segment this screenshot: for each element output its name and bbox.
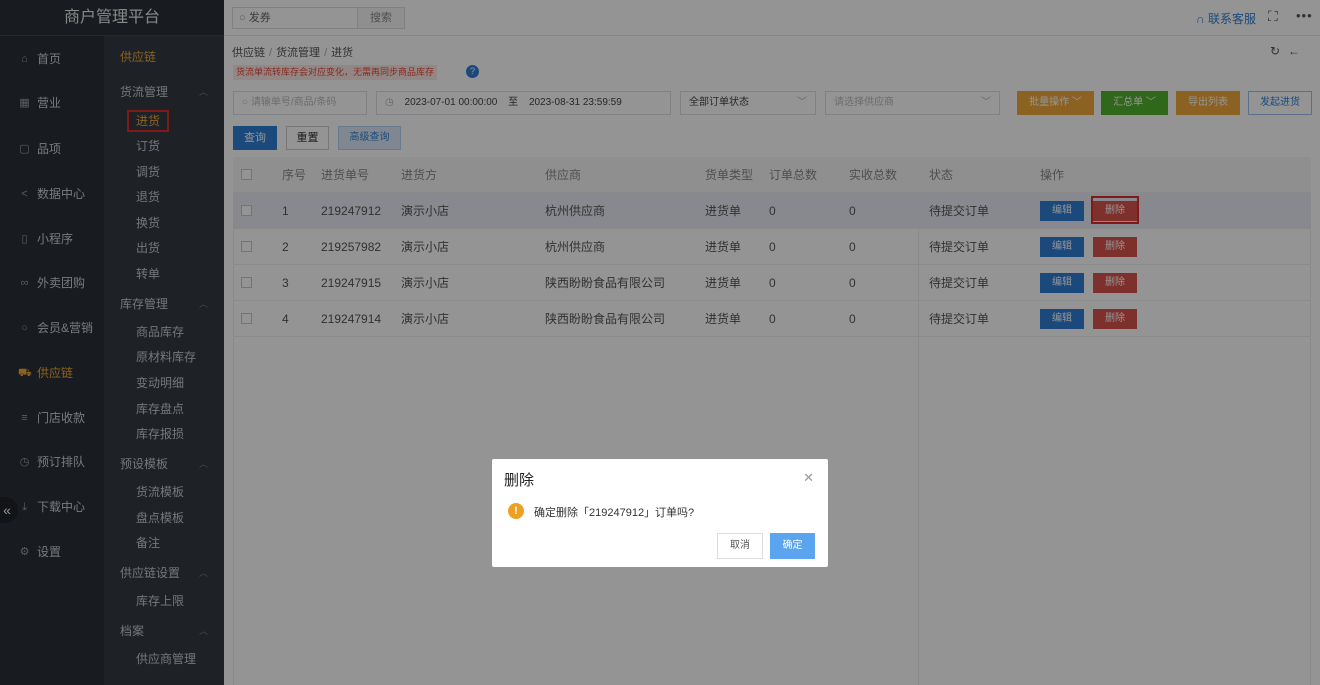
delete-confirm-dialog: 删除 ✕ ! 确定删除「219247912」订单吗? 取消 确定 — [492, 459, 828, 567]
close-icon[interactable]: ✕ — [803, 470, 814, 486]
confirm-button[interactable]: 确定 — [770, 533, 815, 559]
dialog-title: 删除 — [504, 472, 535, 489]
app-root: 商户管理平台 ⌂ 首页 ▦ 营业 ▢ 品项 < 数据中心 ▯ 小程序 ∞ 外卖团购 ○ 会员&… — [0, 0, 1320, 685]
modal-overlay[interactable] — [0, 0, 1320, 685]
dialog-message: 确定删除「219247912」订单吗? — [534, 507, 695, 519]
cancel-button[interactable]: 取消 — [717, 533, 763, 559]
warning-icon: ! — [508, 503, 524, 519]
